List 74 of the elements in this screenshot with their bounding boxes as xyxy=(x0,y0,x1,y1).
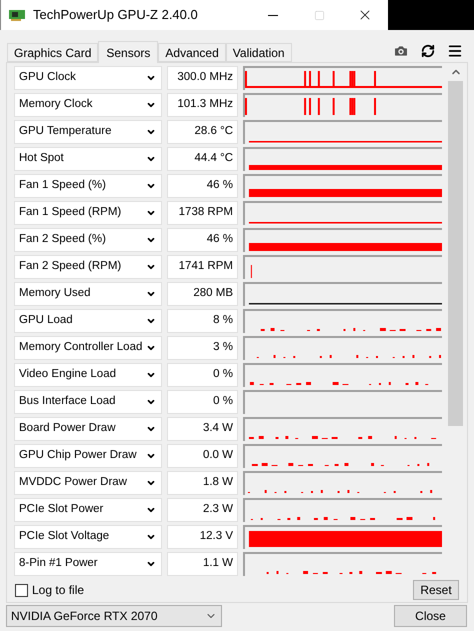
tab[interactable]: Advanced xyxy=(158,43,226,62)
window-title: TechPowerUp GPU-Z 2.40.0 xyxy=(33,6,198,24)
caret-icon xyxy=(146,73,156,83)
caret-icon xyxy=(146,343,156,353)
sensor-dropdown[interactable]: Board Power Draw xyxy=(14,417,162,441)
sensor-value: 12.3 V xyxy=(167,525,238,549)
sensor-dropdown[interactable]: Memory Used xyxy=(14,282,162,306)
caret-icon xyxy=(146,316,156,326)
sensor-dropdown[interactable]: Hot Spot xyxy=(14,147,162,171)
sensor-value: 1738 RPM xyxy=(167,201,238,225)
sensor-dropdown[interactable]: Fan 2 Speed (%) xyxy=(14,228,162,252)
sensor-dropdown[interactable]: GPU Temperature xyxy=(14,120,162,144)
sensor-dropdown[interactable]: GPU Load xyxy=(14,309,162,333)
caret-icon xyxy=(146,451,156,461)
sensor-value: 3 % xyxy=(167,336,238,360)
menu-icon[interactable] xyxy=(447,43,463,59)
tab[interactable]: Validation xyxy=(226,43,292,62)
sensor-value: 1.8 W xyxy=(167,471,238,495)
sensor-value: 0 % xyxy=(167,390,238,414)
sensor-dropdown[interactable]: Fan 1 Speed (%) xyxy=(14,174,162,198)
checkbox[interactable] xyxy=(15,584,28,596)
sensor-value: 44.4 °C xyxy=(167,147,238,171)
sensor-value: 46 % xyxy=(167,174,238,198)
maximize-icon xyxy=(314,10,324,20)
sensor-value: 300.0 MHz xyxy=(167,66,238,90)
refresh-icon[interactable] xyxy=(421,44,435,58)
minimize-icon xyxy=(268,14,278,16)
caret-icon xyxy=(146,154,156,164)
sensor-dropdown[interactable]: GPU Chip Power Draw xyxy=(14,444,162,468)
tab[interactable]: Sensors xyxy=(98,41,158,63)
caret-icon xyxy=(146,289,156,299)
caret-icon xyxy=(146,262,156,272)
sensor-dropdown[interactable]: Bus Interface Load xyxy=(14,390,162,414)
caret-icon xyxy=(146,478,156,488)
caret-icon xyxy=(146,235,156,245)
tab[interactable]: Graphics Card xyxy=(7,43,98,62)
caret-icon xyxy=(146,532,156,542)
sensor-dropdown[interactable]: PCIe Slot Voltage xyxy=(14,525,162,549)
close-button[interactable]: Close xyxy=(394,605,467,627)
caret-icon xyxy=(146,370,156,380)
sensor-dropdown[interactable]: 8-Pin #1 Power xyxy=(14,552,162,576)
sensor-dropdown[interactable]: GPU Clock xyxy=(14,66,162,90)
sensor-value: 0 % xyxy=(167,363,238,387)
graphics-card-icon xyxy=(9,9,25,21)
sensor-value: 0.0 W xyxy=(167,444,238,468)
sensor-dropdown[interactable]: Memory Clock xyxy=(14,93,162,117)
sensor-value: 280 MB xyxy=(167,282,238,306)
caret-icon xyxy=(146,397,156,407)
caret-icon xyxy=(146,208,156,218)
caret-icon xyxy=(146,559,156,569)
sensor-dropdown[interactable]: Memory Controller Load xyxy=(14,336,162,360)
caret-icon xyxy=(146,424,156,434)
sensor-value: 2.3 W xyxy=(167,498,238,522)
sensor-value: 3.4 W xyxy=(167,417,238,441)
sensor-value: 8 % xyxy=(167,309,238,333)
sensor-dropdown[interactable]: PCIe Slot Power xyxy=(14,498,162,522)
reset-button[interactable]: Reset xyxy=(413,580,459,600)
caret-icon xyxy=(146,127,156,137)
sensor-dropdown[interactable]: MVDDC Power Draw xyxy=(14,471,162,495)
camera-icon[interactable] xyxy=(393,43,409,59)
sensor-dropdown[interactable]: Video Engine Load xyxy=(14,363,162,387)
sensor-value: 1741 RPM xyxy=(167,255,238,279)
gpu-select[interactable]: NVIDIA GeForce RTX 2070 xyxy=(6,605,222,627)
sensor-value: 28.6 °C xyxy=(167,120,238,144)
scrollbar-thumb[interactable] xyxy=(448,81,463,426)
sensor-value: 101.3 MHz xyxy=(167,93,238,117)
caret-icon xyxy=(146,181,156,191)
sensor-dropdown[interactable]: Fan 2 Speed (RPM) xyxy=(14,255,162,279)
caret-icon xyxy=(146,100,156,110)
caret-icon xyxy=(146,505,156,515)
sensor-value: 46 % xyxy=(167,228,238,252)
sensor-dropdown[interactable]: Fan 1 Speed (RPM) xyxy=(14,201,162,225)
checkbox-label: Log to file xyxy=(32,582,84,599)
sensor-value: 1.1 W xyxy=(167,552,238,576)
